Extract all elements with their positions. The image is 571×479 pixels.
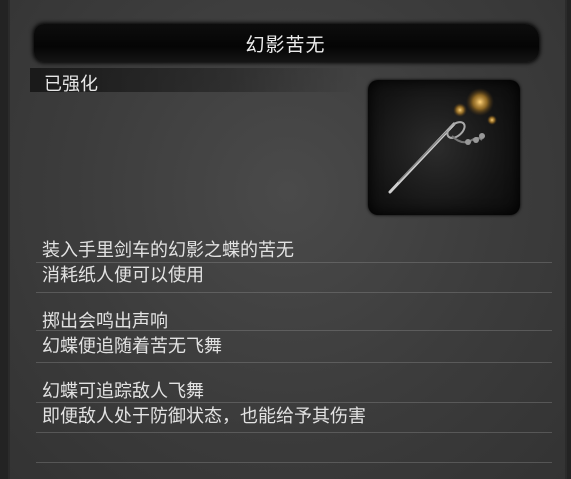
kunai-icon bbox=[388, 88, 497, 194]
ruled-line bbox=[36, 462, 552, 463]
description-line: 即便敌人处于防御状态，也能给予其伤害 bbox=[42, 406, 366, 427]
description-line: 幻蝶便追随着苦无飞舞 bbox=[42, 336, 222, 357]
ruled-line bbox=[36, 362, 552, 363]
description-line: 装入手里剑车的幻影之蝶的苦无 bbox=[42, 240, 294, 261]
description-line: 幻蝶可追踪敌人飞舞 bbox=[42, 381, 204, 402]
ruled-line bbox=[36, 262, 552, 263]
description-line: 掷出会鸣出声响 bbox=[42, 311, 168, 332]
ruled-line bbox=[36, 292, 552, 293]
description-line: 消耗纸人便可以使用 bbox=[42, 265, 204, 286]
ruled-line bbox=[36, 432, 552, 433]
item-status: 已强化 bbox=[44, 74, 98, 95]
item-image-frame bbox=[368, 80, 520, 215]
item-title: 幻影苦无 bbox=[245, 34, 326, 56]
